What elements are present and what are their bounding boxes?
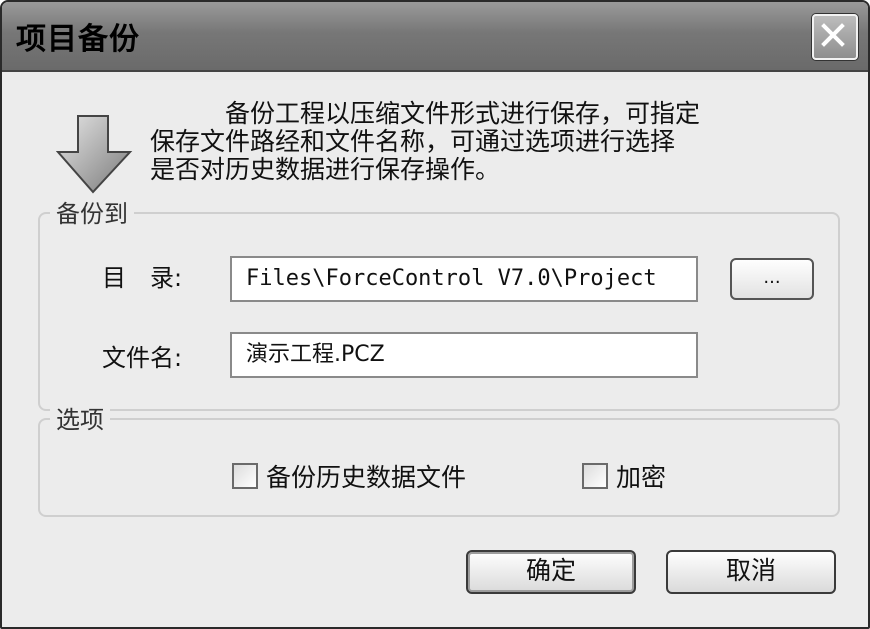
dialog-title: 项目备份 (16, 22, 140, 57)
description-text: 备份工程以压缩文件形式进行保存，可指定 保存文件路经和文件名称，可通过选项进行选… (150, 99, 701, 184)
backup-to-legend: 备份到 (50, 194, 134, 229)
cancel-button[interactable]: 取消 (666, 550, 836, 594)
browse-button[interactable]: ... (730, 258, 814, 300)
close-icon (821, 23, 845, 47)
dialog-body: 备份工程以压缩文件形式进行保存，可指定 保存文件路经和文件名称，可通过选项进行选… (2, 72, 868, 627)
directory-input[interactable]: Files\ForceControl V7.0\Project (230, 256, 698, 302)
encrypt-checkbox[interactable] (582, 463, 608, 489)
arrow-down-icon (56, 115, 133, 194)
encrypt-option[interactable]: 加密 (582, 458, 666, 494)
options-legend: 选项 (50, 400, 110, 435)
backup-history-label: 备份历史数据文件 (266, 463, 467, 492)
backup-history-checkbox[interactable] (232, 463, 258, 489)
encrypt-label: 加密 (616, 463, 667, 492)
backup-to-group: 备份到 目 录: Files\ForceControl V7.0\Project… (38, 194, 840, 411)
ok-button[interactable]: 确定 (466, 550, 636, 594)
options-group: 选项 备份历史数据文件 加密 (38, 400, 840, 517)
close-button[interactable] (812, 14, 858, 60)
backup-history-option[interactable]: 备份历史数据文件 (232, 458, 466, 494)
filename-input[interactable]: 演示工程.PCZ (230, 332, 698, 378)
backup-dialog: 项目备份 备份工程以压缩文件形式进行保存，可指定 保存文件路经和文件名称，可通过… (0, 0, 870, 629)
filename-label: 文件名: (102, 344, 183, 372)
directory-label: 目 录: (102, 264, 183, 292)
title-bar[interactable]: 项目备份 (2, 2, 868, 72)
